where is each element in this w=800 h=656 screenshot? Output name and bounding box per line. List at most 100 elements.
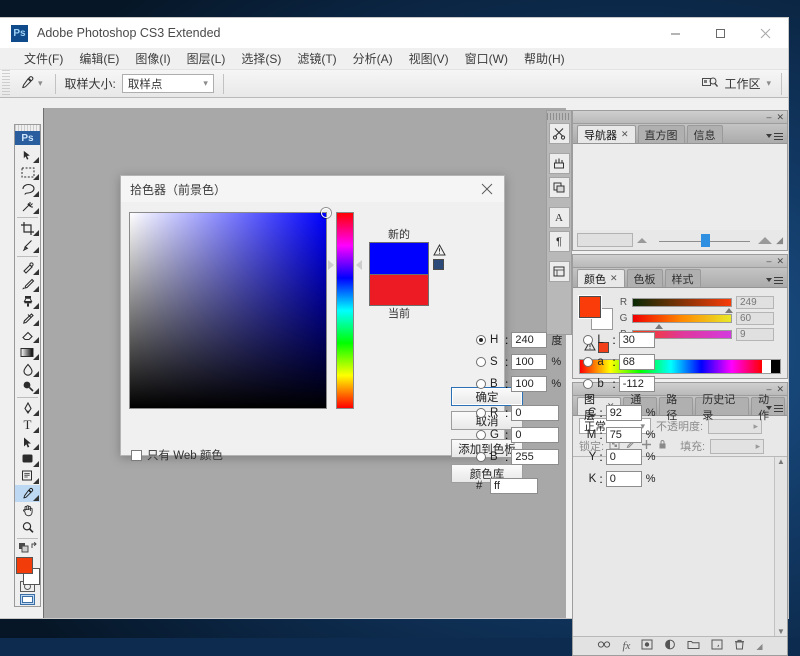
input-l[interactable]: 30 (618, 331, 655, 348)
lasso-tool[interactable] (15, 181, 40, 198)
input-b-lab[interactable]: -112 (618, 375, 655, 392)
menu-analysis[interactable]: 分析(A) (345, 48, 401, 70)
zoom-out-icon[interactable] (637, 237, 647, 243)
web-only-checkbox[interactable] (131, 449, 142, 461)
input-g[interactable]: 0 (511, 426, 560, 443)
sample-size-select[interactable]: 取样点 ▾ (121, 74, 214, 93)
color-field-cursor[interactable] (321, 208, 331, 218)
menu-edit[interactable]: 编辑(E) (71, 48, 127, 70)
new-layer-icon[interactable] (711, 639, 723, 653)
radio-s[interactable] (476, 356, 486, 367)
layer-comps-icon[interactable] (548, 261, 570, 282)
link-layers-icon[interactable] (597, 640, 611, 652)
zoom-tool[interactable] (15, 519, 40, 536)
screen-mode-icon[interactable] (15, 593, 40, 606)
scroll-down-icon[interactable]: ▼ (777, 627, 785, 636)
move-tool[interactable] (15, 147, 40, 164)
maximize-button[interactable] (698, 18, 743, 48)
resize-grip-icon[interactable]: ◢ (776, 235, 783, 246)
radio-b-rgb[interactable] (476, 451, 486, 462)
dock-grip[interactable] (547, 113, 571, 120)
tab-styles[interactable]: 样式 (664, 269, 701, 287)
current-color-swatch[interactable] (369, 274, 429, 306)
slice-tool[interactable] (15, 237, 40, 254)
navigator-close-button[interactable]: ✕ (776, 112, 784, 122)
warning-triangle-icon[interactable] (433, 243, 446, 259)
color-panel-swatches[interactable] (578, 295, 613, 330)
web-only-checkbox-row[interactable]: 只有 Web 颜色 (131, 447, 223, 463)
input-y[interactable]: 0 (605, 448, 642, 465)
tab-info[interactable]: 信息 (686, 125, 723, 143)
shape-tool[interactable] (15, 451, 40, 468)
slider-thumb[interactable] (655, 323, 663, 329)
tab-swatches[interactable]: 色板 (626, 269, 663, 287)
input-a[interactable]: 68 (618, 353, 655, 370)
radio-g[interactable] (476, 429, 486, 440)
menu-select[interactable]: 选择(S) (233, 48, 289, 70)
channel-b-value[interactable]: 9 (736, 327, 774, 341)
tool-presets-icon[interactable] (548, 123, 570, 144)
input-s[interactable]: 100 (511, 353, 548, 370)
layer-style-icon[interactable]: fx (622, 640, 630, 652)
radio-b-lab[interactable] (583, 378, 594, 389)
new-color-swatch[interactable] (369, 242, 429, 274)
tab-color[interactable]: 颜色 ✕ (577, 269, 625, 287)
current-tool-button[interactable]: ▾ (20, 75, 46, 93)
black-swatch[interactable] (771, 360, 780, 373)
gradient-tool[interactable] (15, 344, 40, 361)
hex-input[interactable]: ff (490, 477, 538, 494)
menu-window[interactable]: 窗口(W) (457, 48, 516, 70)
input-h[interactable]: 240 (511, 331, 548, 348)
clone-source-icon[interactable] (548, 177, 570, 198)
options-bar-grip[interactable] (2, 69, 10, 98)
paragraph-icon[interactable]: ¶ (548, 231, 570, 252)
blur-tool[interactable] (15, 361, 40, 378)
crop-tool[interactable] (15, 220, 40, 237)
hand-tool[interactable] (15, 502, 40, 519)
radio-l[interactable] (583, 334, 594, 345)
clone-stamp-tool[interactable] (15, 293, 40, 310)
workspace-button[interactable]: 工作区 ▾ (702, 75, 774, 92)
brushes-icon[interactable] (548, 153, 570, 174)
zoom-slider-thumb[interactable] (700, 233, 710, 247)
tab-history[interactable]: 历史记录 (695, 394, 750, 422)
new-group-icon[interactable] (687, 640, 700, 653)
dodge-tool[interactable] (15, 378, 40, 395)
tab-navigator[interactable]: 导航器 ✕ (577, 125, 636, 143)
channel-g-slider[interactable] (632, 313, 732, 329)
input-b-rgb[interactable]: 255 (511, 448, 560, 465)
out-of-gamut-color-chip[interactable] (433, 259, 444, 270)
radio-a[interactable] (583, 356, 594, 367)
type-tool[interactable]: T (15, 417, 40, 434)
channel-r-slider[interactable] (632, 297, 733, 313)
color-panel-menu-button[interactable] (766, 276, 783, 284)
input-b-brightness[interactable]: 100 (511, 375, 548, 392)
radio-h[interactable] (476, 334, 486, 345)
channel-r-value[interactable]: 249 (736, 295, 774, 309)
pen-tool[interactable] (15, 400, 40, 417)
radio-b-brightness[interactable] (476, 378, 486, 389)
input-m[interactable]: 75 (605, 426, 642, 443)
eyedropper-tool[interactable] (15, 484, 40, 502)
slider-thumb[interactable] (725, 307, 733, 313)
menu-image[interactable]: 图像(I) (127, 48, 178, 70)
character-icon[interactable]: A (548, 207, 570, 228)
close-button[interactable] (743, 18, 788, 48)
adjustment-layer-icon[interactable] (664, 639, 676, 653)
tab-paths[interactable]: 路径 (659, 394, 694, 422)
layer-mask-icon[interactable] (641, 639, 653, 653)
brush-tool[interactable] (15, 276, 40, 293)
hue-slider[interactable] (336, 212, 354, 409)
menu-file[interactable]: 文件(F) (16, 48, 71, 70)
white-swatch[interactable] (762, 360, 771, 373)
navigator-zoom-input[interactable] (577, 233, 633, 247)
menu-help[interactable]: 帮助(H) (516, 48, 573, 70)
color-picker-close-button[interactable] (470, 176, 504, 202)
minimize-button[interactable] (653, 18, 698, 48)
color-minimize-button[interactable]: – (766, 256, 771, 266)
radio-r[interactable] (476, 407, 486, 418)
navigator-minimize-button[interactable]: – (766, 112, 771, 122)
foreground-color-swatch[interactable] (16, 556, 33, 574)
notes-tool[interactable] (15, 468, 40, 485)
zoom-in-icon[interactable] (758, 236, 773, 244)
